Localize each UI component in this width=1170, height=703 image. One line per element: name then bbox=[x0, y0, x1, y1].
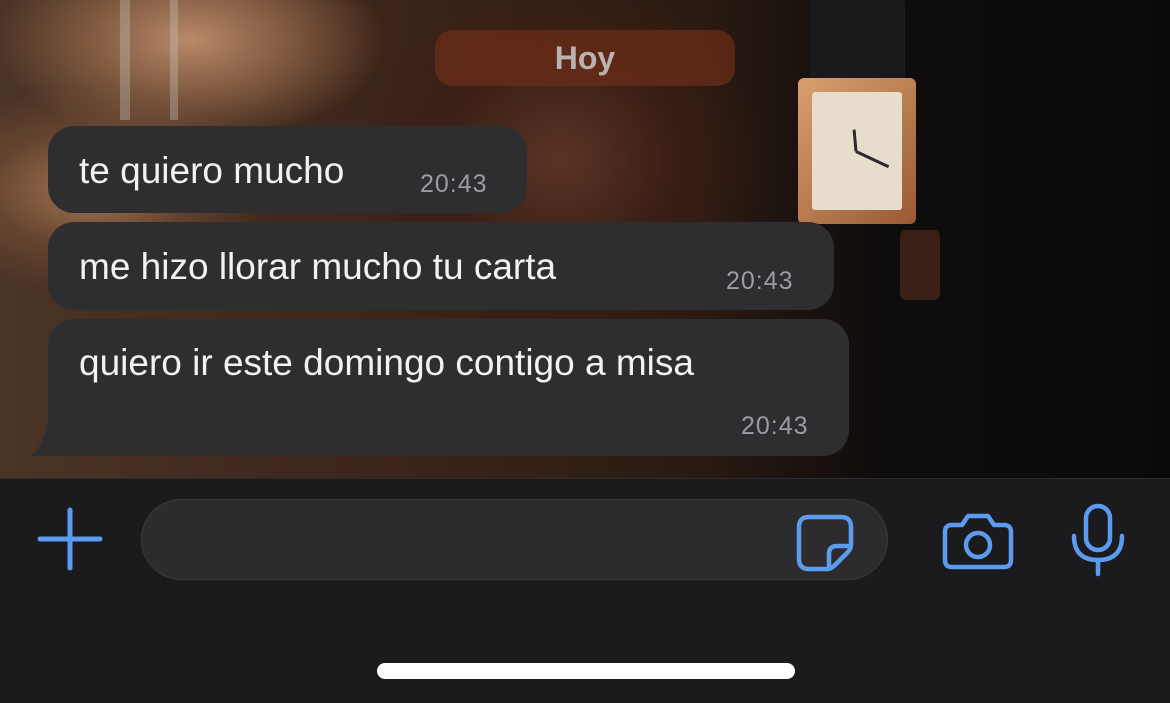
message-bubble[interactable]: me hizo llorar mucho tu carta 20:43 bbox=[48, 222, 834, 310]
chat-screen: Hoy te quiero mucho 20:43 me hizo llorar… bbox=[0, 0, 1170, 703]
plus-icon[interactable] bbox=[36, 506, 104, 572]
home-indicator[interactable] bbox=[377, 663, 795, 679]
message-text: me hizo llorar mucho tu carta bbox=[79, 246, 557, 287]
sticker-icon[interactable] bbox=[795, 513, 855, 573]
message-text: quiero ir este domingo contigo a misa bbox=[79, 342, 694, 383]
wallpaper-detail bbox=[170, 0, 178, 120]
message-timestamp: 20:43 bbox=[741, 412, 809, 440]
wallpaper-detail bbox=[120, 0, 130, 120]
message-input[interactable] bbox=[166, 510, 790, 572]
composer-divider bbox=[0, 478, 1170, 479]
message-text: te quiero mucho bbox=[79, 150, 345, 191]
message-timestamp: 20:43 bbox=[420, 170, 488, 198]
message-bubble[interactable]: te quiero mucho 20:43 bbox=[48, 126, 527, 213]
message-field[interactable] bbox=[141, 499, 888, 580]
microphone-icon[interactable] bbox=[1068, 502, 1128, 578]
wallpaper-watch-strap-lower bbox=[900, 230, 940, 300]
camera-icon[interactable] bbox=[942, 511, 1014, 571]
message-bubble[interactable]: quiero ir este domingo contigo a misa 20… bbox=[48, 319, 849, 456]
date-separator: Hoy bbox=[435, 30, 735, 86]
message-timestamp: 20:43 bbox=[726, 267, 794, 295]
wallpaper-watch-strap bbox=[810, 0, 905, 85]
